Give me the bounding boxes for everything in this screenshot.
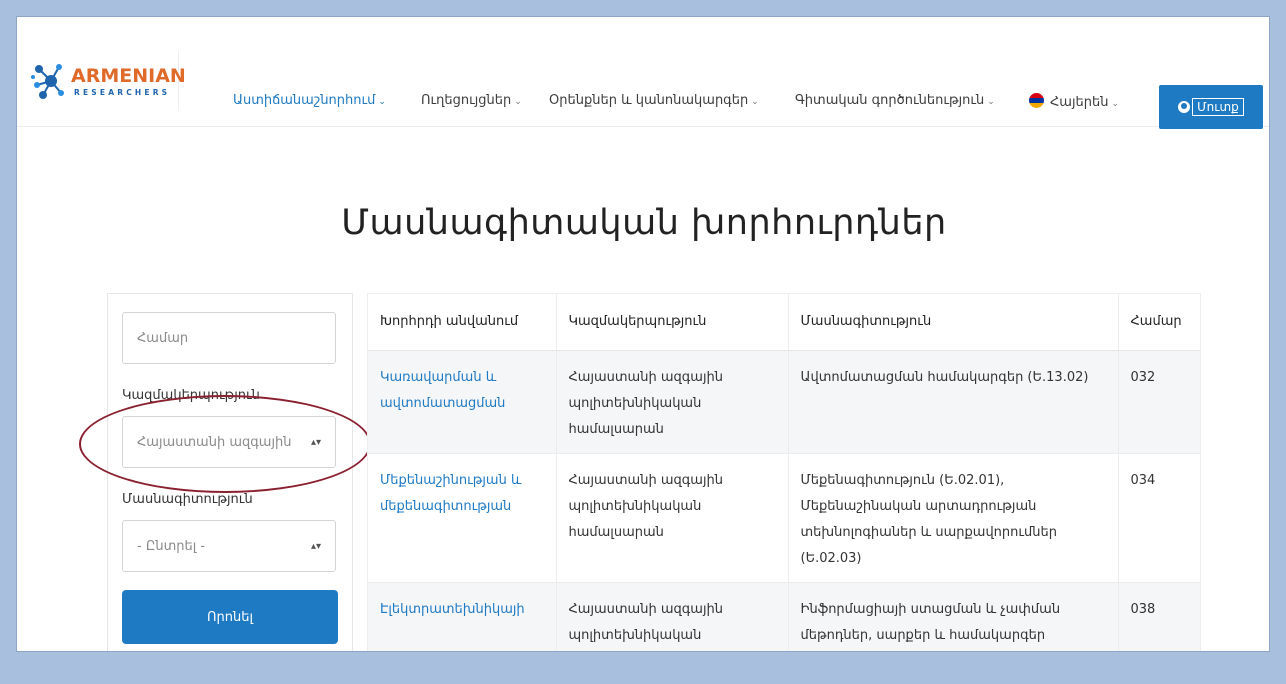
organization-value: Հայաստանի ազգային	[137, 434, 292, 450]
search-button[interactable]: Որոնել	[122, 590, 338, 644]
council-specialty: Մեքենագիտություն (Ե.02.01), Մեքենաշինակա…	[788, 453, 1119, 583]
council-organization: Հայաստանի ազգային պոլիտեխնիկական համալսա…	[556, 453, 789, 583]
table-row: Էլեկտրատեխնիկայի Հայաստանի ազգային պոլիտ…	[368, 582, 1200, 651]
nav-item-label: Ուղեցույցներ	[421, 93, 512, 108]
council-number: 032	[1118, 350, 1200, 454]
council-name-link[interactable]: Էլեկտրատեխնիկայի	[368, 582, 557, 651]
column-header-number[interactable]: Համար	[1118, 294, 1200, 351]
chevron-down-icon: ⌄	[987, 97, 995, 107]
council-number: 034	[1118, 453, 1200, 583]
council-organization: Հայաստանի ազգային պոլիտեխնիկական	[556, 582, 789, 651]
organization-select[interactable]: Հայաստանի ազգային ▴▾	[122, 416, 336, 468]
page-title: Մասնագիտական խորհուրդներ	[341, 203, 947, 243]
nav-item-degree[interactable]: Աստիճանաշնորհում ⌄	[233, 93, 386, 108]
council-name-link[interactable]: Մեքենաշինության և մեքենագիտության	[368, 453, 557, 583]
column-header-organization[interactable]: Կազմակերպություն	[556, 294, 789, 351]
council-number: 038	[1118, 582, 1200, 651]
specialty-select[interactable]: - Ընտրել - ▴▾	[122, 520, 336, 572]
column-header-specialty[interactable]: Մասնագիտություն	[788, 294, 1119, 351]
specialty-label: Մասնագիտություն	[122, 492, 253, 507]
navbar: ARMENIAN RESEARCHERS Աստիճանաշնորհում ⌄ Ո…	[17, 41, 1269, 129]
table-row: Մեքենաշինության և մեքենագիտության Հայաստ…	[368, 453, 1200, 583]
nav-item-label: Օրենքներ և կանոնակարգեր	[549, 93, 749, 108]
nav-item-label: Գիտական գործունեություն	[795, 93, 985, 108]
council-specialty: Ինֆորմացիայի ստացման և չափման մեթոդներ, …	[788, 582, 1119, 651]
user-icon	[1178, 101, 1191, 113]
select-arrows-icon: ▴▾	[310, 436, 321, 448]
table-header-row: Խորհրդի անվանում Կազմակերպություն Մասնագ…	[368, 294, 1200, 351]
number-placeholder: Համար	[137, 330, 189, 346]
councils-table: Խորհրդի անվանում Կազմակերպություն Մասնագ…	[368, 294, 1200, 651]
table-row: Կառավարման և ավտոմատացման Հայաստանի ազգա…	[368, 350, 1200, 454]
language-selector[interactable]: Հայերեն ⌄	[1029, 93, 1119, 110]
nav-item-laws[interactable]: Օրենքներ և կանոնակարգեր ⌄	[549, 93, 759, 108]
browser-frame: ARMENIAN RESEARCHERS Աստիճանաշնորհում ⌄ Ո…	[16, 16, 1270, 652]
chevron-down-icon: ⌄	[1111, 99, 1120, 109]
language-label: Հայերեն	[1050, 95, 1109, 110]
filter-panel: Համար Կազմակերպություն Հայաստանի ազգային…	[107, 293, 353, 651]
specialty-value: - Ընտրել -	[137, 538, 206, 554]
logo-network-icon	[31, 64, 64, 99]
councils-table-container: Խորհրդի անվանում Կազմակերպություն Մասնագ…	[367, 293, 1201, 651]
chevron-down-icon: ⌄	[514, 97, 522, 107]
login-label: Մուտք	[1192, 98, 1244, 116]
council-specialty: Ավտոմատացման համակարգեր (Ե.13.02)	[788, 350, 1119, 454]
number-input[interactable]: Համար	[122, 312, 336, 364]
nav-item-label: Աստիճանաշնորհում	[233, 93, 376, 108]
select-arrows-icon: ▴▾	[310, 540, 321, 552]
logo-subtitle: RESEARCHERS	[74, 88, 171, 97]
column-header-name[interactable]: Խորհրդի անվանում	[368, 294, 557, 351]
council-name-link[interactable]: Կառավարման և ավտոմատացման	[368, 350, 557, 454]
nav-item-science[interactable]: Գիտական գործունեություն ⌄	[795, 93, 995, 108]
organization-label: Կազմակերպություն	[122, 388, 260, 403]
nav-item-guides[interactable]: Ուղեցույցներ ⌄	[421, 93, 522, 108]
login-button[interactable]: Մուտք	[1159, 85, 1263, 129]
chevron-down-icon: ⌄	[378, 97, 386, 107]
site-logo[interactable]: ARMENIAN RESEARCHERS	[29, 51, 186, 111]
chevron-down-icon: ⌄	[751, 97, 759, 107]
logo-title: ARMENIAN	[71, 65, 186, 87]
council-organization: Հայաստանի ազգային պոլիտեխնիկական համալսա…	[556, 350, 789, 454]
armenia-flag-icon	[1029, 93, 1044, 108]
